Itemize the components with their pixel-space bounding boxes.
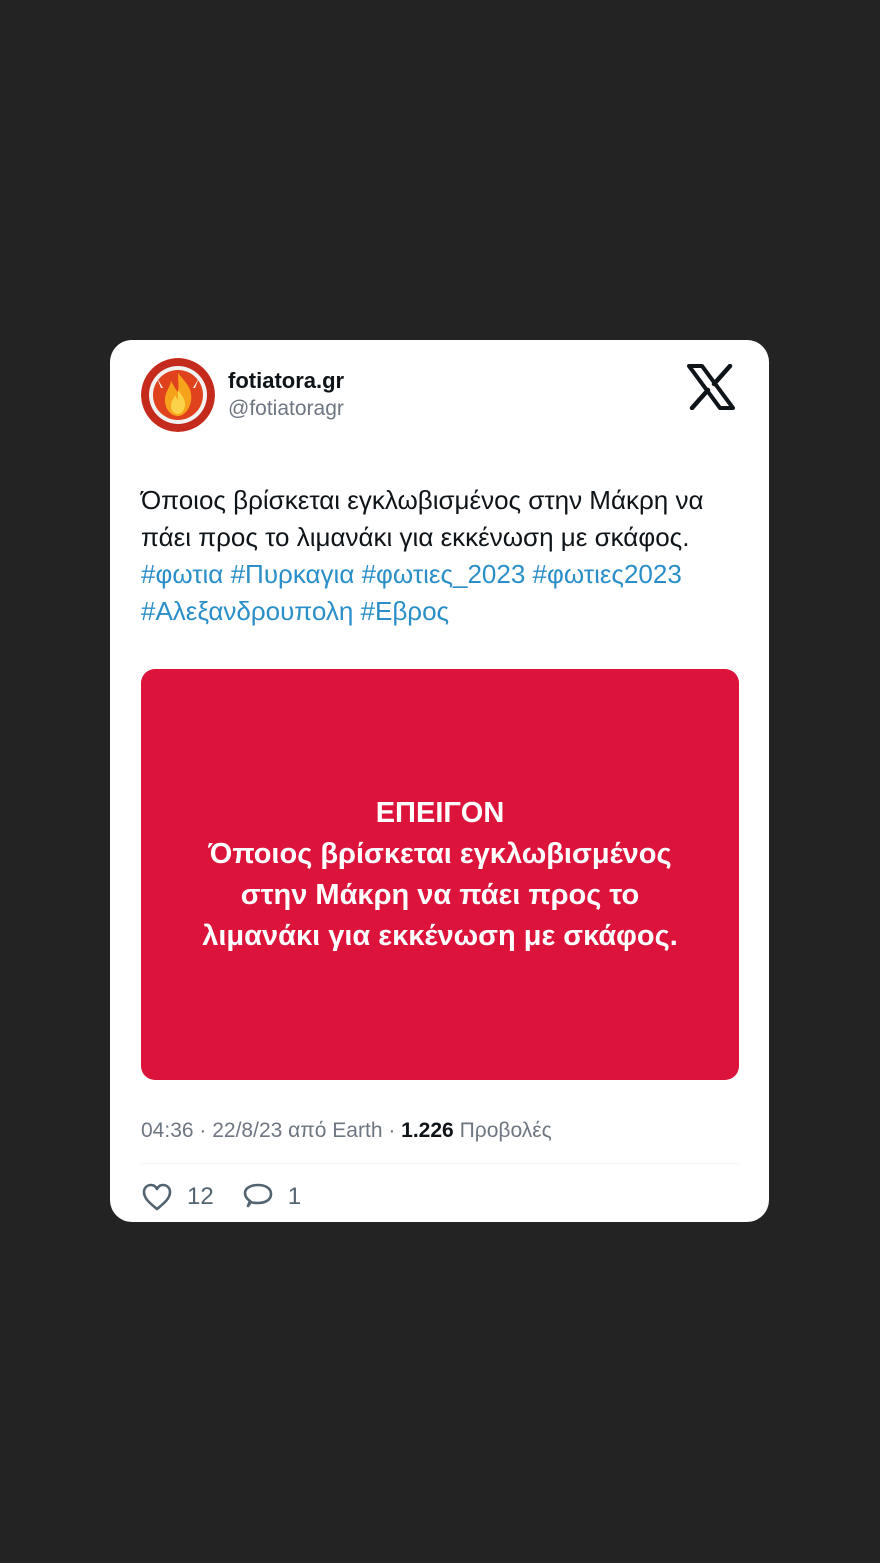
hashtag-evros[interactable]: #Εβρος xyxy=(361,596,450,626)
x-logo-icon[interactable] xyxy=(687,364,735,410)
user-handle[interactable]: @fotiatoragr xyxy=(228,395,344,423)
meta-separator: · xyxy=(388,1119,402,1142)
reply-bubble-icon xyxy=(243,1183,273,1208)
hashtag-foties2023[interactable]: #φωτιες2023 xyxy=(533,559,682,589)
story-background: fotiatora.gr @fotiatoragr Όποιος βρίσκετ… xyxy=(0,0,880,1563)
tweet-body: Όποιος βρίσκεται εγκλωβισμένος στην Μάκρ… xyxy=(141,485,704,552)
hashtag-foties-2023[interactable]: #φωτιες_2023 xyxy=(362,559,526,589)
tweet-text: Όποιος βρίσκεται εγκλωβισμένος στην Μάκρ… xyxy=(141,482,741,630)
media-urgent-heading: ΕΠΕΙΓΟΝ xyxy=(375,796,505,829)
tweet-date[interactable]: 22/8/23 xyxy=(212,1119,282,1142)
tweet-actions: 12 1 xyxy=(141,1182,738,1212)
reply-count: 1 xyxy=(287,1183,302,1210)
like-button[interactable]: 12 xyxy=(141,1182,214,1212)
media-text-line: Όποιος βρίσκεται εγκλωβισμένος xyxy=(208,837,672,870)
meta-separator: · xyxy=(199,1119,213,1142)
hashtag-fotia[interactable]: #φωτια xyxy=(141,559,223,589)
hashtag-pyrkagia[interactable]: #Πυρκαγια xyxy=(231,559,355,589)
tweet-meta: 04:36 · 22/8/23 από Earth · 1.226 Προβολ… xyxy=(141,1117,738,1145)
display-name[interactable]: fotiatora.gr xyxy=(228,367,344,395)
avatar[interactable] xyxy=(141,358,215,432)
author-block[interactable]: fotiatora.gr @fotiatoragr xyxy=(228,367,344,423)
hashtag-alexandroupoli[interactable]: #Αλεξανδρουπολη xyxy=(141,596,353,626)
divider xyxy=(141,1163,739,1164)
tweet-card[interactable]: fotiatora.gr @fotiatoragr Όποιος βρίσκετ… xyxy=(110,340,769,1222)
views-label: Προβολές xyxy=(459,1119,552,1142)
views-count: 1.226 xyxy=(401,1119,454,1142)
reply-button[interactable]: 1 xyxy=(242,1182,301,1212)
media-text-line: στην Μάκρη να πάει προς το xyxy=(240,878,640,911)
tweet-source: από Earth xyxy=(288,1119,383,1142)
fire-logo-icon xyxy=(141,358,215,432)
like-count: 12 xyxy=(187,1183,214,1210)
tweet-time[interactable]: 04:36 xyxy=(141,1119,194,1142)
heart-icon xyxy=(142,1183,172,1211)
tweet-header: fotiatora.gr @fotiatoragr xyxy=(141,358,738,450)
tweet-media-image[interactable]: ΕΠΕΙΓΟΝ Όποιος βρίσκεται εγκλωβισμένος σ… xyxy=(141,669,739,1080)
media-text-line: λιμανάκι για εκκένωση με σκάφος. xyxy=(202,919,678,952)
